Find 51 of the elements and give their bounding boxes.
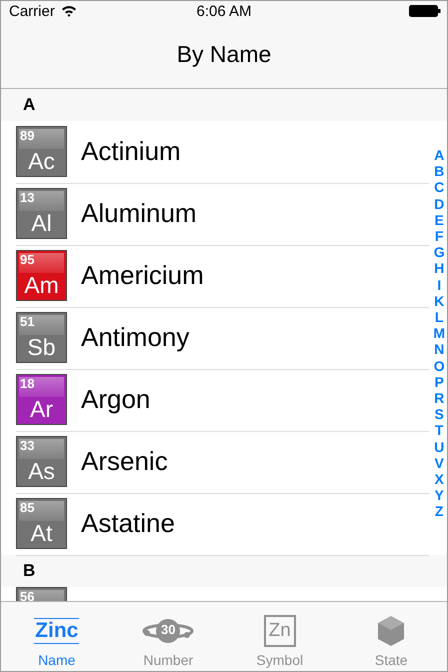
element-name[interactable]: Astatine xyxy=(81,508,175,539)
index-letter[interactable]: L xyxy=(434,309,444,326)
index-letter[interactable]: Y xyxy=(434,487,444,504)
element-tile: 56 xyxy=(16,587,67,601)
index-letter[interactable]: D xyxy=(434,196,444,212)
wifi-icon xyxy=(60,5,77,17)
tab-item[interactable]: Zn Symbol xyxy=(224,602,336,671)
tab-item[interactable]: State xyxy=(336,602,447,671)
element-tile: 95 Am xyxy=(16,250,67,301)
index-letter[interactable]: K xyxy=(434,292,444,310)
index-letter[interactable]: T xyxy=(434,422,444,439)
tab-item[interactable]: Zinc Name xyxy=(1,602,112,671)
battery-icon xyxy=(409,5,441,17)
element-name[interactable]: Antimony xyxy=(81,322,190,353)
status-time: 6:06 AM xyxy=(196,2,252,20)
element-tile: 33 As xyxy=(16,436,67,487)
section-header: B xyxy=(23,561,36,581)
index-letter[interactable]: Z xyxy=(434,503,444,520)
element-tile: 18 Ar xyxy=(16,374,67,425)
index-letter[interactable]: B xyxy=(434,163,444,180)
element-name[interactable]: Americium xyxy=(81,260,204,291)
symbol-box-icon: Zn xyxy=(264,615,296,647)
tab-item[interactable]: 30 Number xyxy=(112,602,224,671)
index-letter[interactable]: S xyxy=(434,406,444,422)
element-tile: 85 At xyxy=(16,498,67,549)
index-letter[interactable]: N xyxy=(434,341,444,358)
index-letter[interactable]: V xyxy=(434,454,444,472)
element-tile: 13 Al xyxy=(16,188,67,239)
cube-icon xyxy=(376,615,406,647)
index-letter[interactable]: I xyxy=(437,276,442,293)
element-tile: 51 Sb xyxy=(16,312,67,363)
section-header: A xyxy=(23,95,36,115)
element-tile: 89 Ac xyxy=(16,126,67,177)
element-name[interactable]: Actinium xyxy=(81,136,181,167)
index-letter[interactable]: R xyxy=(434,390,444,406)
nav-title: By Name xyxy=(176,41,272,68)
element-name[interactable]: Argon xyxy=(81,384,150,415)
index-letter[interactable]: M xyxy=(433,325,445,342)
index-letter[interactable]: U xyxy=(434,438,444,455)
index-letter[interactable]: C xyxy=(434,179,444,196)
index-letter[interactable]: H xyxy=(434,260,444,277)
index-letter[interactable]: X xyxy=(434,471,444,488)
element-name[interactable]: Aluminum xyxy=(81,198,197,229)
index-letter[interactable]: P xyxy=(434,374,444,390)
index-letter[interactable]: G xyxy=(434,244,445,260)
index-letter[interactable]: O xyxy=(434,358,445,374)
index-letter[interactable]: A xyxy=(434,147,444,164)
index-letter[interactable]: F xyxy=(434,228,444,244)
index-letter[interactable]: E xyxy=(434,212,444,228)
carrier-label: Carrier xyxy=(9,2,55,20)
element-name[interactable]: Arsenic xyxy=(81,446,168,477)
